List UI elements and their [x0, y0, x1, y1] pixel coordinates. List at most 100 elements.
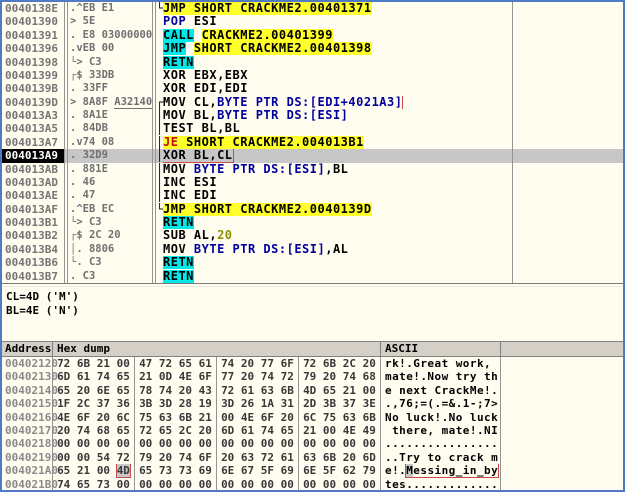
disasm-row[interactable]: 004013A3. 8A1E│MOV BL,BYTE PTR DS:[ESI]: [2, 109, 623, 122]
disasm-row[interactable]: 004013B6└. C3RETN: [2, 256, 623, 269]
disasm-instruction: JMP SHORT CRACKME2.00401398: [156, 42, 512, 55]
hex-byte-group: 74 20 77 6F: [217, 357, 299, 370]
disasm-row[interactable]: 004013A9. 32D9│XOR BL,CL: [2, 149, 623, 162]
hex-byte-group: 3D 26 1A 31: [217, 397, 299, 410]
jump-bracket: │: [156, 109, 163, 122]
disasm-row[interactable]: 004013AB. 881E│MOV BYTE PTR DS:[ESI],BL: [2, 163, 623, 176]
disasm-address: 004013AE: [2, 189, 64, 202]
disasm-row[interactable]: 0040139B. 33FFXOR EDI,EDI: [2, 82, 623, 95]
hex-byte-group: 00 00 00 00: [299, 478, 381, 491]
disasm-row[interactable]: 00401398└> C3RETN: [2, 56, 623, 69]
hexdump-row[interactable]: 004021501F 2C 37 363B 3D 28 193D 26 1A 3…: [2, 397, 623, 410]
hex-ascii-highlight: M: [406, 464, 413, 477]
instruction-text: XOR EBX,EBX: [156, 69, 248, 82]
disasm-instruction: │XOR BL,CL: [156, 149, 512, 162]
disasm-address: 004013AD: [2, 176, 64, 189]
register-hint-panel[interactable]: CL=4D ('M') BL=4E ('N'): [2, 287, 623, 341]
disasm-row[interactable]: 004013B2┌$ 2C 20SUB AL,20: [2, 229, 623, 242]
hexdump-row[interactable]: 004021A065 21 00 4D65 73 73 696E 67 5F 6…: [2, 464, 623, 477]
hexdump-row[interactable]: 004021B074 65 73 0000 00 00 0000 00 00 0…: [2, 478, 623, 491]
disasm-row[interactable]: 004013B1 └> C3 RETN: [2, 216, 623, 229]
hex-byte-group: 47 72 65 61: [135, 357, 217, 370]
ollydbg-window: 0040138E.^EB E1└JMP SHORT CRACKME2.00401…: [0, 0, 625, 492]
hexdump-row[interactable]: 0040218000 00 00 0000 00 00 0000 00 00 0…: [2, 437, 623, 450]
hex-byte-group: 00 00 00 00: [135, 478, 217, 491]
hex-ascii: ..Try to crack m: [381, 451, 501, 464]
disasm-address: 004013A3: [2, 109, 64, 122]
disasm-instruction: RETN: [156, 216, 512, 229]
disasm-row[interactable]: 0040138E.^EB E1└JMP SHORT CRACKME2.00401…: [2, 2, 623, 15]
instruction-text: SUB AL,20: [156, 229, 233, 242]
disasm-row[interactable]: 004013B4│. 8806MOV BYTE PTR DS:[ESI],AL: [2, 243, 623, 256]
hex-byte-group: 00 00 00 00: [217, 478, 299, 491]
disassembly-panel[interactable]: 0040138E.^EB E1└JMP SHORT CRACKME2.00401…: [2, 2, 623, 283]
disasm-row[interactable]: 004013A7.v74 08│JE SHORT CRACKME2.004013…: [2, 136, 623, 149]
disasm-bytes: . 33FF: [68, 82, 152, 95]
hexdump-row[interactable]: 004021604E 6F 20 6C75 63 6B 2100 4E 6F 2…: [2, 411, 623, 424]
hexdump-row[interactable]: 0040219000 00 54 7279 20 74 6F20 63 72 6…: [2, 451, 623, 464]
disasm-row[interactable]: 0040139D> 8A8F A3214000┌MOV CL,BYTE PTR …: [2, 96, 623, 109]
hexdump-panel[interactable]: Address Hex dump ASCII 0040212072 6B 21 …: [2, 341, 623, 491]
disasm-bytes: └> C3: [68, 216, 152, 229]
instruction-segment: INC EDI: [163, 189, 217, 202]
instruction-text: │MOV BYTE PTR DS:[ESI],BL: [156, 163, 348, 176]
hexdump-row[interactable]: 004021306D 61 74 6521 0D 4E 6F77 20 74 7…: [2, 370, 623, 383]
hex-byte-group: 79 20 74 6F: [135, 451, 217, 464]
instruction-segment: MOV: [163, 163, 194, 176]
instruction-segment: XOR EBX,EBX: [163, 69, 248, 82]
disasm-address: 00401390: [2, 15, 64, 28]
disasm-instruction: │MOV BL,BYTE PTR DS:[ESI]: [156, 109, 512, 122]
jump-bracket: │: [156, 149, 163, 162]
disasm-row[interactable]: 004013B7. C3RETN: [2, 270, 623, 283]
disasm-bytes: . C3: [68, 270, 152, 283]
disasm-comment: [512, 149, 623, 162]
hex-byte-group: 20 74 68 65: [53, 424, 135, 437]
disasm-row[interactable]: 004013AE. 47│INC EDI: [2, 189, 623, 202]
disasm-comment: [512, 189, 623, 202]
disasm-instruction: MOV BYTE PTR DS:[ESI],AL: [156, 243, 512, 256]
disasm-instruction: │INC ESI: [156, 176, 512, 189]
annotation-redbox: 4D: [117, 464, 130, 477]
instruction-text: └JMP SHORT CRACKME2.0040139D: [156, 203, 372, 216]
disasm-address: 00401396: [2, 42, 64, 55]
hex-byte-group: 6E 67 5F 69: [217, 464, 299, 477]
annotation-redbox: ┌MOV CL,BYTE PTR DS:[EDI+4021A3]: [156, 96, 402, 109]
hexdump-row[interactable]: 0040214065 20 6E 6578 74 20 4372 61 63 6…: [2, 384, 623, 397]
instruction-segment: MOV BL,: [163, 109, 217, 122]
disasm-row[interactable]: 00401390> 5EPOP ESI: [2, 15, 623, 28]
disasm-instruction: │TEST BL,BL: [156, 122, 512, 135]
disasm-row[interactable]: 004013A5. 84DB│TEST BL,BL: [2, 122, 623, 135]
hex-byte-group: 4D 65 21 00: [299, 384, 381, 397]
disasm-comment: [512, 42, 623, 55]
hex-byte-group: 4E 6F 20 6C: [53, 411, 135, 424]
hex-byte-group: 78 74 20 43: [135, 384, 217, 397]
disasm-row[interactable]: 00401391. E8 03000000CALL CRACKME2.00401…: [2, 29, 623, 42]
hex-byte-group: 75 63 6B 21: [135, 411, 217, 424]
disasm-instruction: │MOV BYTE PTR DS:[ESI],BL: [156, 163, 512, 176]
disasm-bytes: └> C3: [68, 56, 152, 69]
disasm-row[interactable]: 00401399┌$ 33DBXOR EBX,EBX: [2, 69, 623, 82]
disasm-row[interactable]: 004013AD. 46│INC ESI: [2, 176, 623, 189]
instruction-text: └JMP SHORT CRACKME2.00401371: [156, 2, 372, 15]
annotation-redbox: │XOR BL,CL: [156, 149, 233, 162]
hexdump-rows[interactable]: 0040212072 6B 21 0047 72 65 6174 20 77 6…: [2, 357, 623, 491]
hex-row-spacer: [501, 424, 623, 437]
disasm-bytes: .vEB 00: [68, 42, 152, 55]
instruction-segment: SHORT CRACKME2.00401398: [194, 42, 372, 55]
hex-address: 00402180: [2, 437, 53, 450]
disasm-address: 00401391: [2, 29, 64, 42]
disasm-address: 0040138E: [2, 2, 64, 15]
hex-byte-group: 65 73 73 69: [135, 464, 217, 477]
hex-byte-group: 21 0D 4E 6F: [135, 370, 217, 383]
hexdump-row[interactable]: 0040217020 74 68 6572 65 2C 206D 61 74 6…: [2, 424, 623, 437]
hex-row-spacer: [501, 464, 623, 477]
disasm-address: 004013B1: [2, 216, 64, 229]
disasm-instruction: ┌MOV CL,BYTE PTR DS:[EDI+4021A3]: [156, 96, 512, 109]
disasm-bytes: . 32D9: [68, 149, 152, 162]
register-hint-line: CL=4D ('M'): [6, 290, 623, 304]
hexdump-row[interactable]: 0040212072 6B 21 0047 72 65 6174 20 77 6…: [2, 357, 623, 370]
disasm-row[interactable]: 004013AF.^EB EC└JMP SHORT CRACKME2.00401…: [2, 203, 623, 216]
disasm-row[interactable]: 00401396 .vEB 00 JMP SHORT CRACKME2.004013…: [2, 42, 623, 55]
hex-ascii: ................: [381, 437, 501, 450]
instruction-segment: BYTE PTR DS:[ESI]: [194, 163, 325, 176]
